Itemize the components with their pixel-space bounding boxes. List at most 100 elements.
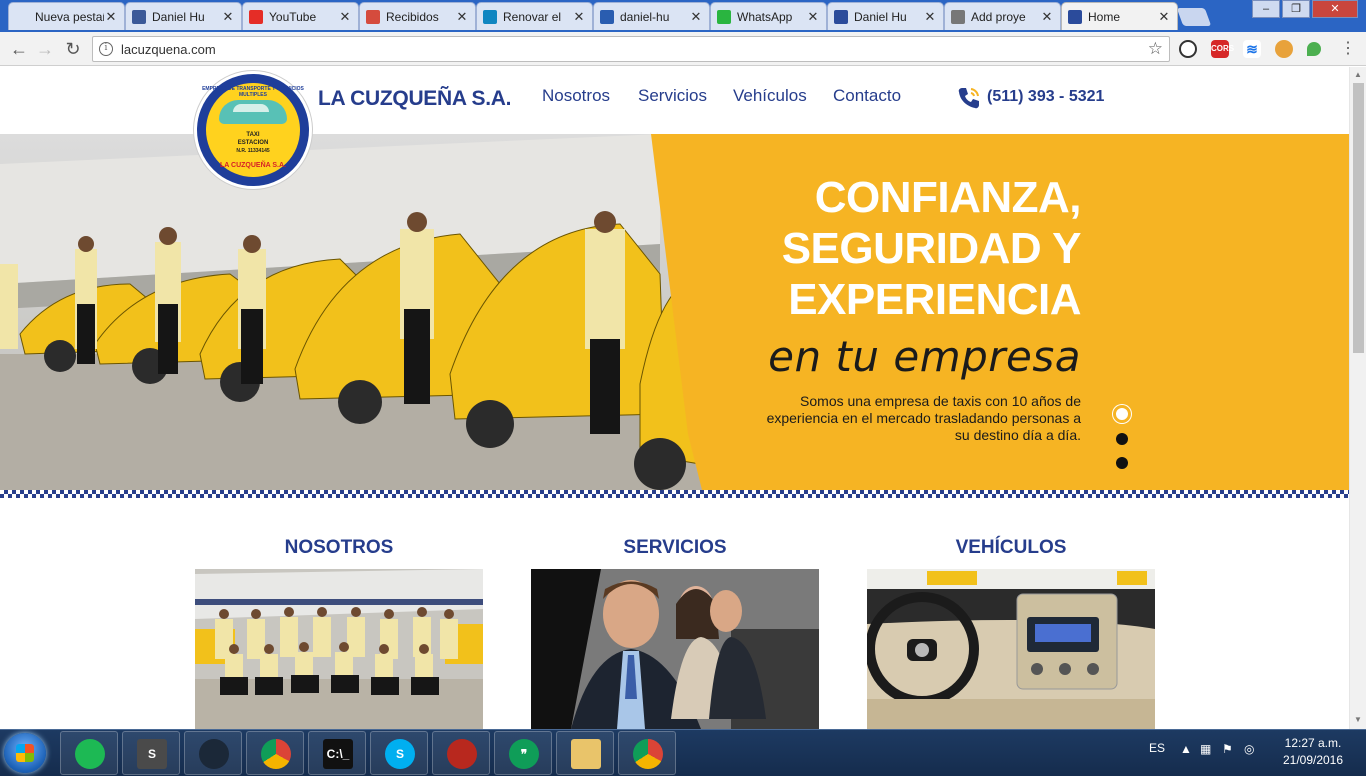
maximize-button[interactable]: ❐ — [1282, 0, 1310, 18]
taskbar-app-button[interactable] — [184, 731, 242, 775]
taskbar-app-button[interactable] — [246, 731, 304, 775]
skype-icon: S — [385, 739, 415, 769]
hero-title-line-1: CONFIANZA, — [814, 173, 1082, 222]
start-button[interactable] — [4, 733, 46, 773]
logo-line-3: N.R. 11334145 — [236, 148, 270, 154]
brand-name[interactable]: LA CUZQUEÑA S.A. — [318, 87, 511, 111]
dashboard-photo[interactable] — [867, 569, 1155, 729]
nav-link-contacto[interactable]: Contacto — [833, 86, 901, 106]
browser-tab[interactable]: Home ✕ — [1061, 2, 1178, 30]
clock-time: 12:27 a.m. — [1284, 736, 1342, 750]
scroll-up-icon[interactable]: ▲ — [1354, 70, 1362, 79]
sublime-text-icon: S — [137, 739, 167, 769]
youtube-icon — [249, 9, 263, 24]
scroll-down-icon[interactable]: ▼ — [1354, 715, 1362, 724]
browser-tab[interactable]: Renovar el ✕ — [476, 2, 593, 30]
extension-leaf-icon[interactable] — [1307, 42, 1321, 56]
tab-close-icon[interactable]: ✕ — [806, 9, 820, 25]
browser-tab[interactable]: Daniel Hu ✕ — [827, 2, 944, 30]
tab-close-icon[interactable]: ✕ — [923, 9, 937, 25]
tab-close-icon[interactable]: ✕ — [689, 9, 703, 25]
extension-cors-icon[interactable]: CORS — [1211, 40, 1234, 58]
browser-tab-strip: Nueva pestaña✕Daniel Hu✕YouTube✕Recibido… — [0, 0, 1366, 32]
section-title-nosotros[interactable]: NOSOTROS — [195, 537, 483, 559]
scrollbar-thumb[interactable] — [1353, 83, 1364, 353]
language-indicator[interactable]: ES — [1149, 741, 1165, 755]
browser-tab[interactable]: Add proye ✕ — [944, 2, 1061, 30]
browser-tab[interactable]: Daniel Hu ✕ — [125, 2, 242, 30]
url-input[interactable] — [121, 40, 1121, 58]
tab-close-icon[interactable]: ✕ — [104, 9, 118, 25]
tab-close-icon[interactable]: ✕ — [221, 9, 235, 25]
forward-arrow-icon[interactable]: → — [34, 38, 56, 60]
n-app-icon — [483, 9, 497, 24]
extension-camera-icon[interactable] — [1275, 40, 1293, 58]
car-icon — [1068, 9, 1082, 24]
system-clock[interactable]: 12:27 a.m. 21/09/2016 — [1268, 735, 1358, 769]
tab-label: Renovar el — [503, 9, 562, 24]
passengers-photo[interactable] — [531, 569, 819, 729]
taskbar-app-button[interactable]: ❞ — [494, 731, 552, 775]
bookmark-star-icon[interactable]: ☆ — [1148, 39, 1163, 59]
back-arrow-icon[interactable]: ← — [8, 38, 30, 60]
reload-icon[interactable]: ↻ — [62, 38, 84, 60]
tab-close-icon[interactable]: ✕ — [455, 9, 469, 25]
windows-taskbar: S C:\_ S ❞ ES ▲ ▦ ⚑ ◎ 12:27 a.m. 21/09/2016 — [0, 729, 1366, 776]
nav-link-nosotros[interactable]: Nosotros — [542, 86, 610, 106]
file-explorer-icon — [571, 739, 601, 769]
tab-close-icon[interactable]: ✕ — [1157, 9, 1171, 25]
logo-bottom-text: LA CUZQUEÑA S.A. — [220, 162, 286, 169]
taskbar-app-button[interactable]: C:\_ — [308, 731, 366, 775]
github-icon — [600, 9, 614, 24]
tab-close-icon[interactable]: ✕ — [572, 9, 586, 25]
checker-divider — [0, 490, 1349, 498]
gmail-icon — [366, 9, 380, 24]
nav-link-vehiculos[interactable]: Vehículos — [733, 86, 807, 106]
close-window-button[interactable]: ✕ — [1312, 0, 1358, 18]
network-icon[interactable]: ▦ — [1200, 742, 1211, 756]
taskbar-app-button[interactable] — [432, 731, 490, 775]
steam-tray-icon[interactable]: ◎ — [1244, 742, 1254, 756]
taskbar-app-button[interactable] — [556, 731, 614, 775]
slider-dot-2[interactable] — [1116, 433, 1128, 445]
tab-label: Daniel Hu — [152, 9, 205, 24]
action-center-flag-icon[interactable]: ⚑ — [1222, 742, 1233, 756]
browser-tab[interactable]: Recibidos ✕ — [359, 2, 476, 30]
minimize-button[interactable]: – — [1252, 0, 1280, 18]
hangouts-icon: ❞ — [509, 739, 539, 769]
tab-close-icon[interactable]: ✕ — [338, 9, 352, 25]
extension-sync-icon[interactable] — [1179, 40, 1197, 58]
browser-tab[interactable]: YouTube ✕ — [242, 2, 359, 30]
phone-number[interactable]: (511) 393 - 5321 — [987, 88, 1104, 106]
company-logo[interactable]: EMPRESA DE TRANSPORTE Y SERVICIOS MULTIP… — [194, 71, 312, 189]
browser-tab[interactable]: daniel-hu ✕ — [593, 2, 710, 30]
slider-dot-3[interactable] — [1116, 457, 1128, 469]
tab-close-icon[interactable]: ✕ — [1040, 9, 1054, 25]
tray-expand-icon[interactable]: ▲ — [1180, 742, 1192, 756]
address-bar[interactable]: i ☆ — [92, 36, 1170, 62]
site-info-icon[interactable]: i — [99, 42, 113, 56]
taskbar-app-button[interactable] — [618, 731, 676, 775]
section-title-servicios[interactable]: SERVICIOS — [531, 537, 819, 559]
tab-label: Home — [1088, 9, 1121, 24]
taskbar-app-button[interactable] — [60, 731, 118, 775]
taskbar-app-button[interactable]: S — [370, 731, 428, 775]
browser-tab[interactable]: Nueva pestaña✕ — [8, 2, 125, 30]
page-viewport: LA CUZQUEÑA S.A. Nosotros Servicios Vehí… — [0, 67, 1349, 729]
team-photo[interactable] — [195, 569, 483, 729]
hero-title: CONFIANZA, SEGURIDAD Y EXPERIENCIA — [641, 172, 1082, 325]
page-scrollbar[interactable]: ▲ ▼ — [1349, 67, 1366, 729]
command-prompt-icon: C:\_ — [323, 739, 353, 769]
extension-wave-icon[interactable]: ≋ — [1243, 40, 1261, 58]
taskbar-app-button[interactable]: S — [122, 731, 180, 775]
nav-link-servicios[interactable]: Servicios — [638, 86, 707, 106]
logo-line-1: TAXI — [246, 132, 260, 138]
chrome-icon — [633, 739, 663, 769]
tab-label: Daniel Hu — [854, 9, 907, 24]
new-tab-button[interactable] — [1176, 8, 1212, 26]
browser-tab[interactable]: WhatsApp ✕ — [710, 2, 827, 30]
chrome-menu-icon[interactable]: ⋮ — [1337, 38, 1359, 60]
section-title-vehiculos[interactable]: VEHÍCULOS — [867, 537, 1155, 559]
hero-title-line-2: SEGURIDAD Y — [781, 224, 1082, 273]
slider-dot-1[interactable] — [1113, 405, 1131, 423]
